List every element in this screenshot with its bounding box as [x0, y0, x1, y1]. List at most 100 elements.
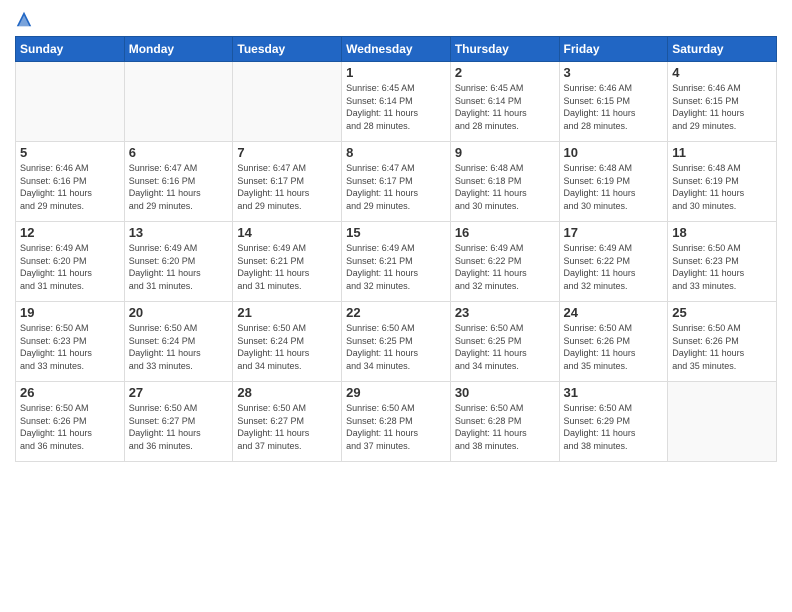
- calendar-cell: 14 Sunrise: 6:49 AM Sunset: 6:21 PM Dayli…: [233, 222, 342, 302]
- day-info: Sunrise: 6:47 AM Sunset: 6:16 PM Dayligh…: [129, 162, 229, 212]
- calendar-cell: 6 Sunrise: 6:47 AM Sunset: 6:16 PM Daylig…: [124, 142, 233, 222]
- day-info: Sunrise: 6:50 AM Sunset: 6:26 PM Dayligh…: [20, 402, 120, 452]
- day-number: 11: [672, 145, 772, 160]
- calendar-cell: [124, 62, 233, 142]
- weekday-header: Tuesday: [233, 37, 342, 62]
- day-info: Sunrise: 6:50 AM Sunset: 6:23 PM Dayligh…: [20, 322, 120, 372]
- day-info: Sunrise: 6:50 AM Sunset: 6:29 PM Dayligh…: [564, 402, 664, 452]
- day-number: 28: [237, 385, 337, 400]
- day-info: Sunrise: 6:47 AM Sunset: 6:17 PM Dayligh…: [237, 162, 337, 212]
- calendar-cell: 31 Sunrise: 6:50 AM Sunset: 6:29 PM Dayli…: [559, 382, 668, 462]
- day-number: 23: [455, 305, 555, 320]
- day-number: 18: [672, 225, 772, 240]
- day-info: Sunrise: 6:46 AM Sunset: 6:16 PM Dayligh…: [20, 162, 120, 212]
- calendar-cell: 18 Sunrise: 6:50 AM Sunset: 6:23 PM Dayli…: [668, 222, 777, 302]
- day-info: Sunrise: 6:46 AM Sunset: 6:15 PM Dayligh…: [564, 82, 664, 132]
- day-number: 15: [346, 225, 446, 240]
- calendar-cell: 3 Sunrise: 6:46 AM Sunset: 6:15 PM Daylig…: [559, 62, 668, 142]
- day-info: Sunrise: 6:50 AM Sunset: 6:26 PM Dayligh…: [672, 322, 772, 372]
- day-info: Sunrise: 6:45 AM Sunset: 6:14 PM Dayligh…: [455, 82, 555, 132]
- day-number: 27: [129, 385, 229, 400]
- calendar-cell: 19 Sunrise: 6:50 AM Sunset: 6:23 PM Dayli…: [16, 302, 125, 382]
- weekday-header: Monday: [124, 37, 233, 62]
- day-number: 26: [20, 385, 120, 400]
- calendar-cell: 5Sunrise: 6:46 AM Sunset: 6:16 PM Daylig…: [16, 142, 125, 222]
- day-number: 29: [346, 385, 446, 400]
- day-number: 12: [20, 225, 120, 240]
- day-info: Sunrise: 6:49 AM Sunset: 6:20 PM Dayligh…: [129, 242, 229, 292]
- page: SundayMondayTuesdayWednesdayThursdayFrid…: [0, 0, 792, 612]
- day-info: Sunrise: 6:49 AM Sunset: 6:22 PM Dayligh…: [564, 242, 664, 292]
- calendar-cell: 30Sunrise: 6:50 AM Sunset: 6:28 PM Dayli…: [450, 382, 559, 462]
- day-info: Sunrise: 6:50 AM Sunset: 6:28 PM Dayligh…: [346, 402, 446, 452]
- day-info: Sunrise: 6:50 AM Sunset: 6:25 PM Dayligh…: [346, 322, 446, 372]
- day-number: 6: [129, 145, 229, 160]
- day-info: Sunrise: 6:48 AM Sunset: 6:18 PM Dayligh…: [455, 162, 555, 212]
- day-number: 25: [672, 305, 772, 320]
- day-number: 16: [455, 225, 555, 240]
- day-number: 3: [564, 65, 664, 80]
- calendar-cell: 1 Sunrise: 6:45 AM Sunset: 6:14 PM Daylig…: [342, 62, 451, 142]
- calendar-cell: 7 Sunrise: 6:47 AM Sunset: 6:17 PM Daylig…: [233, 142, 342, 222]
- day-info: Sunrise: 6:45 AM Sunset: 6:14 PM Dayligh…: [346, 82, 446, 132]
- weekday-header: Sunday: [16, 37, 125, 62]
- day-number: 22: [346, 305, 446, 320]
- day-number: 20: [129, 305, 229, 320]
- day-number: 4: [672, 65, 772, 80]
- day-number: 2: [455, 65, 555, 80]
- calendar-cell: [233, 62, 342, 142]
- calendar-cell: 25 Sunrise: 6:50 AM Sunset: 6:26 PM Dayli…: [668, 302, 777, 382]
- day-number: 19: [20, 305, 120, 320]
- calendar-cell: 9Sunrise: 6:48 AM Sunset: 6:18 PM Daylig…: [450, 142, 559, 222]
- day-number: 13: [129, 225, 229, 240]
- weekday-header: Thursday: [450, 37, 559, 62]
- calendar-cell: 21 Sunrise: 6:50 AM Sunset: 6:24 PM Dayli…: [233, 302, 342, 382]
- day-number: 17: [564, 225, 664, 240]
- calendar-cell: 2 Sunrise: 6:45 AM Sunset: 6:14 PM Daylig…: [450, 62, 559, 142]
- calendar-cell: 12 Sunrise: 6:49 AM Sunset: 6:20 PM Dayli…: [16, 222, 125, 302]
- weekday-header: Saturday: [668, 37, 777, 62]
- calendar-cell: [668, 382, 777, 462]
- day-number: 21: [237, 305, 337, 320]
- day-info: Sunrise: 6:50 AM Sunset: 6:27 PM Dayligh…: [129, 402, 229, 452]
- day-number: 8: [346, 145, 446, 160]
- day-number: 14: [237, 225, 337, 240]
- calendar-cell: 4 Sunrise: 6:46 AM Sunset: 6:15 PM Daylig…: [668, 62, 777, 142]
- weekday-header: Wednesday: [342, 37, 451, 62]
- day-number: 10: [564, 145, 664, 160]
- calendar-cell: 13 Sunrise: 6:49 AM Sunset: 6:20 PM Dayli…: [124, 222, 233, 302]
- day-info: Sunrise: 6:47 AM Sunset: 6:17 PM Dayligh…: [346, 162, 446, 212]
- day-info: Sunrise: 6:49 AM Sunset: 6:21 PM Dayligh…: [237, 242, 337, 292]
- day-info: Sunrise: 6:50 AM Sunset: 6:24 PM Dayligh…: [129, 322, 229, 372]
- day-info: Sunrise: 6:49 AM Sunset: 6:22 PM Dayligh…: [455, 242, 555, 292]
- logo-icon: [15, 10, 33, 28]
- calendar-cell: 23 Sunrise: 6:50 AM Sunset: 6:25 PM Dayli…: [450, 302, 559, 382]
- day-number: 7: [237, 145, 337, 160]
- day-info: Sunrise: 6:48 AM Sunset: 6:19 PM Dayligh…: [672, 162, 772, 212]
- weekday-header: Friday: [559, 37, 668, 62]
- day-info: Sunrise: 6:50 AM Sunset: 6:23 PM Dayligh…: [672, 242, 772, 292]
- calendar-cell: 16 Sunrise: 6:49 AM Sunset: 6:22 PM Dayli…: [450, 222, 559, 302]
- day-number: 1: [346, 65, 446, 80]
- day-info: Sunrise: 6:49 AM Sunset: 6:21 PM Dayligh…: [346, 242, 446, 292]
- day-info: Sunrise: 6:50 AM Sunset: 6:26 PM Dayligh…: [564, 322, 664, 372]
- calendar-cell: 24 Sunrise: 6:50 AM Sunset: 6:26 PM Dayli…: [559, 302, 668, 382]
- calendar-cell: 26 Sunrise: 6:50 AM Sunset: 6:26 PM Dayli…: [16, 382, 125, 462]
- day-number: 31: [564, 385, 664, 400]
- day-info: Sunrise: 6:46 AM Sunset: 6:15 PM Dayligh…: [672, 82, 772, 132]
- day-info: Sunrise: 6:49 AM Sunset: 6:20 PM Dayligh…: [20, 242, 120, 292]
- logo: [15, 10, 37, 28]
- calendar-cell: 15 Sunrise: 6:49 AM Sunset: 6:21 PM Dayli…: [342, 222, 451, 302]
- day-info: Sunrise: 6:50 AM Sunset: 6:24 PM Dayligh…: [237, 322, 337, 372]
- header: [15, 10, 777, 28]
- calendar-cell: 29 Sunrise: 6:50 AM Sunset: 6:28 PM Dayli…: [342, 382, 451, 462]
- calendar-cell: 22 Sunrise: 6:50 AM Sunset: 6:25 PM Dayli…: [342, 302, 451, 382]
- calendar-cell: 17 Sunrise: 6:49 AM Sunset: 6:22 PM Dayli…: [559, 222, 668, 302]
- day-info: Sunrise: 6:50 AM Sunset: 6:27 PM Dayligh…: [237, 402, 337, 452]
- calendar: SundayMondayTuesdayWednesdayThursdayFrid…: [15, 36, 777, 462]
- day-info: Sunrise: 6:50 AM Sunset: 6:25 PM Dayligh…: [455, 322, 555, 372]
- day-info: Sunrise: 6:50 AM Sunset: 6:28 PM Dayligh…: [455, 402, 555, 452]
- calendar-cell: 27 Sunrise: 6:50 AM Sunset: 6:27 PM Dayli…: [124, 382, 233, 462]
- day-number: 24: [564, 305, 664, 320]
- calendar-cell: 20 Sunrise: 6:50 AM Sunset: 6:24 PM Dayli…: [124, 302, 233, 382]
